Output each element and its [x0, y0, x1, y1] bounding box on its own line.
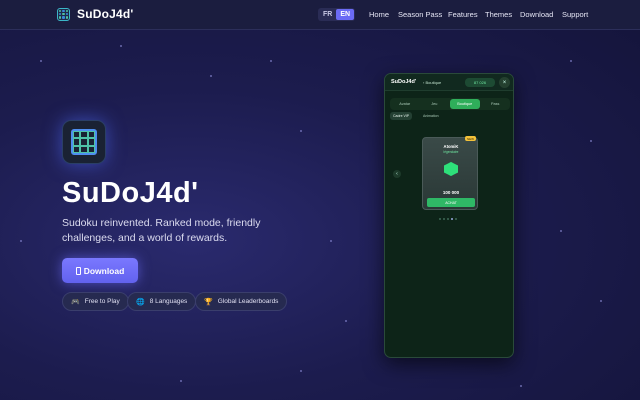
lang-fr-button[interactable]: FR	[319, 9, 336, 20]
sudoku-grid-icon	[71, 129, 97, 155]
feature-pill-languages: 🌐 8 Languages	[127, 292, 197, 311]
phone-breadcrumb: ‹ Boutique	[423, 80, 442, 85]
item-name: AtomiK	[443, 144, 459, 149]
phone-tab-boutique: Boutique	[450, 99, 480, 109]
shop-item-card: NEW AtomiK légendaire 100 000 ACHAT	[422, 136, 478, 210]
phone-brand: SuDoJ4d'	[391, 79, 417, 85]
phone-tabs: Avatar Jeu Boutique Pass	[390, 98, 510, 110]
lang-en-button[interactable]: EN	[336, 9, 355, 20]
coin-balance: 87 026	[465, 78, 495, 87]
phone-header: SuDoJ4d' ‹ Boutique 87 026 ×	[385, 74, 513, 91]
buy-button: ACHAT	[427, 198, 475, 207]
logo-icon	[57, 7, 70, 21]
phone-mockup: SuDoJ4d' ‹ Boutique 87 026 × Avatar Jeu …	[384, 73, 514, 358]
phone-icon	[75, 266, 81, 275]
feature-pill-leaderboards: 🏆 Global Leaderboards	[195, 292, 288, 311]
phone-tab-jeu: Jeu	[431, 102, 438, 106]
nav-link-support[interactable]: Support	[562, 10, 588, 19]
globe-icon: 🌐	[136, 298, 145, 306]
feature-label: Global Leaderboards	[217, 298, 279, 305]
download-button[interactable]: Download	[62, 258, 138, 283]
feature-pill-free: 🎮 Free to Play	[62, 292, 129, 311]
trophy-icon: 🏆	[204, 298, 213, 306]
feature-label: Free to Play	[84, 298, 120, 305]
language-switcher: FR EN	[318, 8, 356, 21]
item-price: 100 000	[442, 190, 460, 195]
close-icon: ×	[499, 77, 510, 88]
nav-link-home[interactable]: Home	[369, 10, 389, 19]
nav-link-features[interactable]: Features	[448, 10, 478, 19]
phone-filter-animation: Animation	[423, 114, 439, 118]
item-rarity: légendaire	[443, 150, 459, 154]
hero-subtitle: Sudoku reinvented. Ranked mode, friendly…	[62, 217, 261, 244]
nav-link-season-pass[interactable]: Season Pass	[398, 10, 442, 19]
carousel-dots	[439, 218, 457, 220]
download-button-label: Download	[83, 265, 125, 276]
nav-link-themes[interactable]: Themes	[485, 10, 512, 19]
brand-name: SuDoJ4d'	[77, 7, 134, 21]
carousel-prev-icon: ‹	[393, 170, 401, 178]
phone-filter-vip: Cadre VIP	[390, 112, 413, 120]
nav-link-download[interactable]: Download	[520, 10, 553, 19]
gamepad-icon: 🎮	[71, 298, 80, 306]
phone-tab-pass: Pass	[491, 102, 500, 106]
app-icon	[62, 120, 106, 164]
navbar: SuDoJ4d' FR EN Home Season Pass Features…	[0, 0, 640, 30]
hero-title: SuDoJ4d'	[62, 177, 199, 209]
gem-icon	[444, 162, 458, 176]
new-badge: NEW	[465, 136, 476, 141]
brand[interactable]: SuDoJ4d'	[57, 7, 133, 21]
feature-label: 8 Languages	[149, 298, 188, 305]
phone-tab-avatar: Avatar	[399, 102, 411, 106]
